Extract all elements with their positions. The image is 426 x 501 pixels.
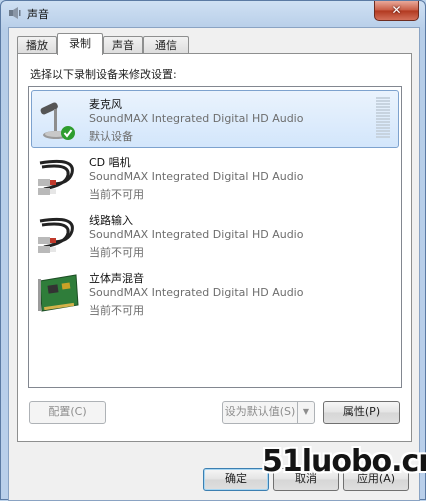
device-driver: SoundMAX Integrated Digital HD Audio bbox=[89, 228, 304, 241]
ok-button[interactable]: 确定 bbox=[203, 468, 269, 491]
dialog-body: 播放 录制 声音 通信 选择以下录制设备来修改设置: 麦克风 SoundMAX … bbox=[8, 27, 420, 501]
rca-cable-icon bbox=[38, 217, 74, 253]
device-name: 线路输入 bbox=[89, 214, 133, 227]
device-row-cd-player[interactable]: CD 唱机 SoundMAX Integrated Digital HD Aud… bbox=[31, 148, 399, 206]
device-status: 当前不可用 bbox=[89, 304, 144, 317]
sound-dialog: 声音 ✕ 播放 录制 声音 通信 选择以下录制设备来修改设置: 麦克风 Soun… bbox=[0, 0, 426, 501]
tab-playback[interactable]: 播放 bbox=[17, 36, 57, 54]
tab-sounds[interactable]: 声音 bbox=[103, 36, 143, 54]
recording-panel: 选择以下录制设备来修改设置: 麦克风 SoundMAX Integrated D… bbox=[17, 53, 412, 442]
device-row-stereo-mix[interactable]: 立体声混音 SoundMAX Integrated Digital HD Aud… bbox=[31, 264, 399, 322]
title-bar[interactable]: 声音 ✕ bbox=[1, 1, 425, 25]
device-status: 默认设备 bbox=[89, 130, 133, 143]
properties-button[interactable]: 属性(P) bbox=[323, 401, 400, 424]
device-name: CD 唱机 bbox=[89, 156, 131, 169]
instruction-text: 选择以下录制设备来修改设置: bbox=[30, 68, 177, 81]
set-default-button[interactable]: 设为默认值(S) bbox=[222, 401, 298, 424]
tab-recording[interactable]: 录制 bbox=[57, 33, 103, 55]
window-title: 声音 bbox=[27, 8, 49, 21]
check-icon bbox=[61, 126, 75, 140]
device-row-microphone[interactable]: 麦克风 SoundMAX Integrated Digital HD Audio… bbox=[31, 90, 399, 148]
device-driver: SoundMAX Integrated Digital HD Audio bbox=[89, 286, 304, 299]
rca-cable-icon bbox=[38, 159, 74, 195]
device-driver: SoundMAX Integrated Digital HD Audio bbox=[89, 170, 304, 183]
sound-card-icon bbox=[38, 274, 79, 312]
device-name: 麦克风 bbox=[89, 98, 122, 111]
level-meter bbox=[376, 97, 390, 141]
device-row-line-in[interactable]: 线路输入 SoundMAX Integrated Digital HD Audi… bbox=[31, 206, 399, 264]
configure-button[interactable]: 配置(C) bbox=[29, 401, 106, 424]
device-name: 立体声混音 bbox=[89, 272, 144, 285]
device-status: 当前不可用 bbox=[89, 188, 144, 201]
device-list: 麦克风 SoundMAX Integrated Digital HD Audio… bbox=[28, 86, 402, 388]
microphone-icon bbox=[40, 102, 75, 140]
speaker-icon bbox=[9, 7, 21, 19]
set-default-dropdown-arrow[interactable]: ▼ bbox=[297, 401, 315, 424]
device-status: 当前不可用 bbox=[89, 246, 144, 259]
site-watermark: 51luobo.cn bbox=[262, 444, 426, 479]
close-button[interactable]: ✕ bbox=[374, 1, 419, 21]
tab-communications[interactable]: 通信 bbox=[143, 36, 189, 54]
device-driver: SoundMAX Integrated Digital HD Audio bbox=[89, 112, 304, 125]
